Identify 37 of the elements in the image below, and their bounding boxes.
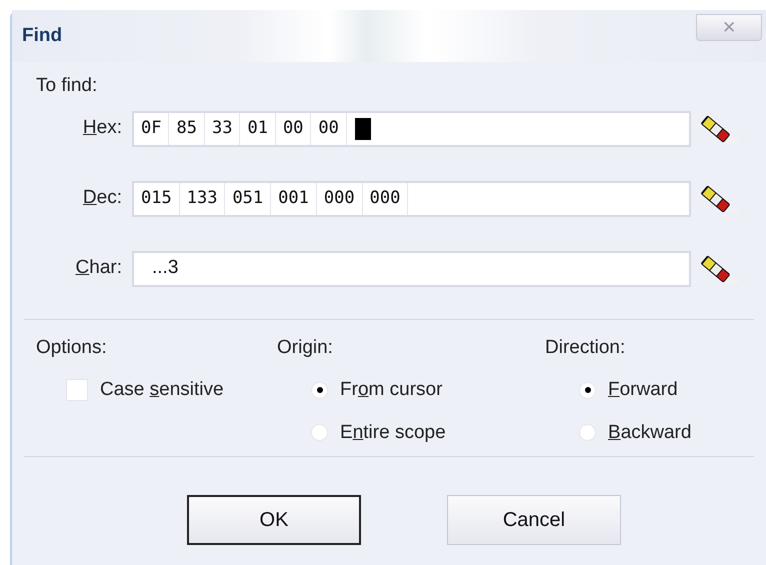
input-field[interactable]: 015 133 051 001 000 000 <box>132 180 691 216</box>
window-title: Find <box>22 24 62 48</box>
byte-cell: 85 <box>169 112 205 144</box>
dialog-button[interactable]: OK <box>187 494 361 544</box>
byte-cell: 33 <box>204 112 240 144</box>
byte-cell: 133 <box>180 182 226 214</box>
input-field[interactable]: 0F 85 33 01 00 00 <box>132 110 691 146</box>
checkbox[interactable] <box>66 379 88 402</box>
byte-cell: 00 <box>311 112 347 144</box>
checkbox-label[interactable]: Case sensitive <box>100 376 224 404</box>
byte-cell: 01 <box>240 112 276 144</box>
field-label: Char: <box>74 256 123 280</box>
field-label: Dec: <box>82 186 123 210</box>
byte-cell: 015 <box>134 182 180 214</box>
radio-label[interactable]: Forward <box>608 376 678 404</box>
field-value: ...3 <box>151 256 178 280</box>
text-cursor <box>354 118 371 140</box>
radio-label[interactable]: Backward <box>608 418 692 447</box>
byte-cell: 00 <box>276 112 312 144</box>
group-label: Origin: <box>277 336 334 360</box>
byte-cell: 001 <box>271 182 317 214</box>
byte-cell: 000 <box>316 182 363 214</box>
group-label: Options: <box>36 336 108 360</box>
radio-button[interactable] <box>579 424 596 442</box>
field-label: Hex: <box>82 116 123 140</box>
radio-button[interactable] <box>311 424 328 442</box>
input-field[interactable]: ...3 <box>132 250 691 286</box>
radio-button[interactable] <box>579 382 596 399</box>
section-label: To find: <box>36 75 98 96</box>
group-label: Direction: <box>545 336 626 360</box>
radio-button[interactable] <box>311 382 328 399</box>
dialog-button[interactable]: Cancel <box>447 494 621 544</box>
byte-cell: 000 <box>362 182 408 214</box>
byte-cell: 051 <box>225 182 272 214</box>
byte-cell: 0F <box>134 112 170 144</box>
radio-label[interactable]: From cursor <box>340 376 442 404</box>
radio-label[interactable]: Entire scope <box>340 418 446 447</box>
